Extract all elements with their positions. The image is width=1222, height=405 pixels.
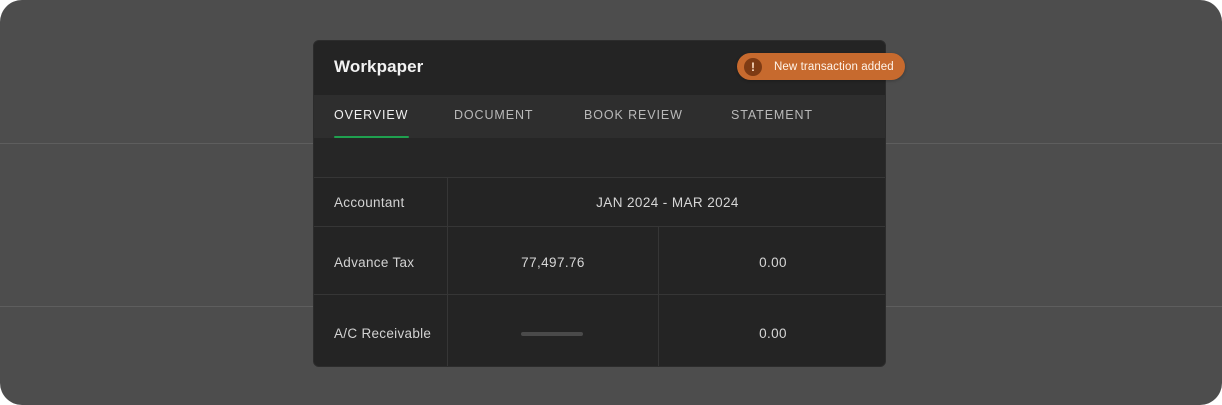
- empty-value-placeholder: [521, 332, 583, 336]
- row-label-accountant: Accountant: [334, 195, 405, 210]
- period-range: JAN 2024 - MAR 2024: [596, 195, 739, 210]
- ac-receivable-value-2: 0.00: [759, 326, 787, 341]
- tab-book-review[interactable]: BOOK REVIEW: [584, 95, 683, 138]
- exclamation-icon: !: [744, 57, 762, 76]
- canvas-background: Workpaper OVERVIEW DOCUMENT BOOK REVIEW …: [0, 0, 1222, 405]
- advance-tax-value-1: 77,497.76: [521, 255, 585, 270]
- workpaper-card: Workpaper OVERVIEW DOCUMENT BOOK REVIEW …: [313, 40, 886, 367]
- card-title: Workpaper: [334, 57, 424, 76]
- new-transaction-toast[interactable]: ! New transaction added: [737, 53, 905, 80]
- tab-overview[interactable]: OVERVIEW: [334, 95, 408, 138]
- tab-statement[interactable]: STATEMENT: [731, 95, 813, 138]
- row-divider: [314, 226, 885, 227]
- row-label-advance-tax: Advance Tax: [334, 255, 415, 270]
- row-divider: [314, 177, 885, 178]
- tab-bar: OVERVIEW DOCUMENT BOOK REVIEW STATEMENT: [314, 95, 885, 138]
- table-header-spacer: [314, 138, 885, 177]
- column-divider: [658, 226, 659, 366]
- toast-message: New transaction added: [774, 60, 894, 73]
- row-label-ac-receivable: A/C Receivable: [334, 326, 432, 341]
- tab-document[interactable]: DOCUMENT: [454, 95, 533, 138]
- advance-tax-value-2: 0.00: [759, 255, 787, 270]
- workpaper-table: Accountant JAN 2024 - MAR 2024 Advance T…: [314, 177, 885, 366]
- row-divider: [314, 294, 885, 295]
